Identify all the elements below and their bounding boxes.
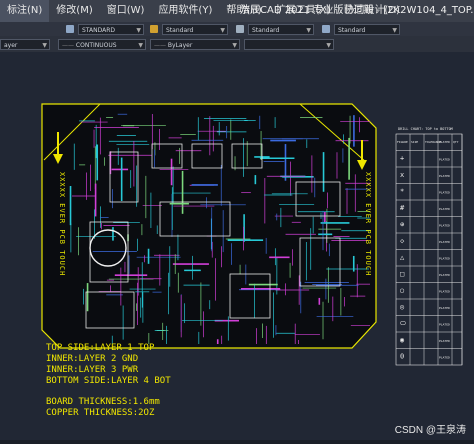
table-style-combo[interactable]: Standard ▼	[248, 24, 314, 35]
drill-figure-symbol: □	[400, 270, 404, 278]
side-label-right: XXXXX EVER PCB TOUCH	[364, 172, 372, 276]
pcb-drawing: XXXXX EVER PCB TOUCH XXXXX EVER PCB TOUC…	[41, 103, 463, 418]
text-style-combo[interactable]: STANDARD ▼	[78, 24, 144, 35]
text-style-icon[interactable]	[66, 25, 74, 33]
chevron-down-icon: ▼	[306, 27, 311, 34]
linetype-line-preview: ——	[62, 42, 74, 49]
chevron-down-icon: ▼	[220, 27, 225, 34]
layer-combo[interactable]: ayer ▼	[0, 39, 50, 50]
side-label-left: XXXXX EVER PCB TOUCH	[58, 172, 66, 276]
drill-table-header: FIGURE	[397, 140, 408, 144]
drill-figure-symbol: 0	[400, 353, 404, 361]
layer-toolbar: ayer ▼ —— CONTINUOUS ▼ —— ByLayer ▼ ▼	[0, 36, 474, 53]
chevron-down-icon: ▼	[42, 42, 47, 49]
drill-chart-table: DRILL CHART: TOP to BOTTOM FIGURE SIZE TOL…	[395, 127, 463, 366]
drill-table-cell: PLATED	[439, 306, 450, 310]
drill-table-cell: PLATED	[439, 323, 450, 327]
drill-figure-symbol: △	[400, 254, 405, 262]
dim-style-icon[interactable]	[150, 25, 158, 33]
drawing-canvas[interactable]: XXXXX EVER PCB TOUCH XXXXX EVER PCB TOUC…	[0, 52, 474, 440]
linetype-combo[interactable]: —— CONTINUOUS ▼	[58, 39, 146, 50]
drill-table-cell: PLATED	[439, 158, 450, 162]
board-thickness-note: BOARD THICKNESS:1.6mm	[46, 397, 160, 407]
drill-table-header: QTY	[453, 140, 459, 144]
multileader-style-combo[interactable]: Standard ▼	[334, 24, 400, 35]
drill-table-title: DRILL CHART: TOP to BOTTOM	[398, 127, 453, 131]
multileader-style-icon[interactable]	[322, 25, 330, 33]
chevron-down-icon: ▼	[392, 27, 397, 34]
lineweight-value: ByLayer	[167, 42, 193, 49]
text-style-value: STANDARD	[82, 27, 116, 34]
copper-thickness-note: COPPER THICKNESS:2OZ	[46, 408, 155, 418]
plotstyle-combo[interactable]: ▼	[244, 39, 334, 50]
layer-note-bottom: BOTTOM SIDE:LAYER 4 BOT	[46, 376, 171, 386]
drill-figure-symbol: +	[400, 155, 404, 163]
drill-figure-symbol: ◉	[400, 336, 404, 344]
multileader-style-value: Standard	[338, 27, 366, 34]
table-style-icon[interactable]	[236, 25, 244, 33]
drill-figure-symbol: ○	[400, 287, 404, 295]
menu-dimension[interactable]: 标注(N)	[0, 0, 50, 22]
csdn-watermark: CSDN @王泉涛	[394, 425, 466, 436]
drill-figure-symbol: ⬭	[400, 320, 406, 328]
menu-modify[interactable]: 修改(M)	[49, 0, 99, 22]
drill-figure-symbol: *	[400, 188, 404, 196]
dim-style-value: Standard	[166, 27, 194, 34]
lineweight-line-preview: ——	[154, 42, 166, 49]
layer-note-inner2: INNER:LAYER 2 GND	[46, 354, 138, 364]
drill-table-cell: PLATED	[439, 257, 450, 261]
drill-table-cell: PLATED	[439, 207, 450, 211]
cad-window: 标注(N) 修改(M) 窗口(W) 应用软件(Y) 帮助(H) 扩展工具(X) …	[0, 0, 474, 440]
drill-table-cell: PLATED	[439, 240, 450, 244]
drill-table-header: PLATED	[439, 140, 450, 144]
drill-figure-symbol: ◎	[400, 303, 405, 311]
drill-figure-symbol: x	[400, 171, 404, 179]
drill-table-cell: PLATED	[439, 356, 450, 360]
chevron-down-icon: ▼	[138, 42, 143, 49]
window-title: 浩辰CAD 2021 专业版已过期 - [2K2W104_4_TOP.dxf]	[240, 5, 474, 16]
drill-table-cell: PLATED	[439, 191, 450, 195]
style-toolbar: STANDARD ▼ Standard ▼ Standard ▼ Standard ▼	[0, 22, 474, 37]
drill-figure-symbol: ⊕	[400, 221, 405, 229]
table-style-value: Standard	[252, 27, 280, 34]
drill-figure-symbol: ◇	[400, 237, 405, 245]
drill-table-cell: PLATED	[439, 273, 450, 277]
board-outline	[41, 103, 377, 349]
drill-table-cell: PLATED	[439, 174, 450, 178]
layer-value: ayer	[4, 42, 18, 49]
drill-table-cell: PLATED	[439, 290, 450, 294]
layer-note-top: TOP SIDE:LAYER 1 TOP	[46, 343, 155, 353]
drill-table-cell: PLATED	[439, 224, 450, 228]
linetype-value: CONTINUOUS	[75, 42, 117, 49]
chevron-down-icon: ▼	[232, 42, 237, 49]
lineweight-combo[interactable]: —— ByLayer ▼	[150, 39, 240, 50]
chevron-down-icon: ▼	[326, 42, 331, 49]
drill-table-cell: PLATED	[439, 339, 450, 343]
layer-note-inner3: INNER:LAYER 3 PWR	[46, 365, 139, 375]
dim-style-combo[interactable]: Standard ▼	[162, 24, 228, 35]
drill-table-header: SIZE	[411, 140, 418, 144]
drill-figure-symbol: #	[400, 204, 405, 212]
menu-apps[interactable]: 应用软件(Y)	[151, 0, 219, 22]
menu-window[interactable]: 窗口(W)	[100, 0, 152, 22]
chevron-down-icon: ▼	[136, 27, 141, 34]
